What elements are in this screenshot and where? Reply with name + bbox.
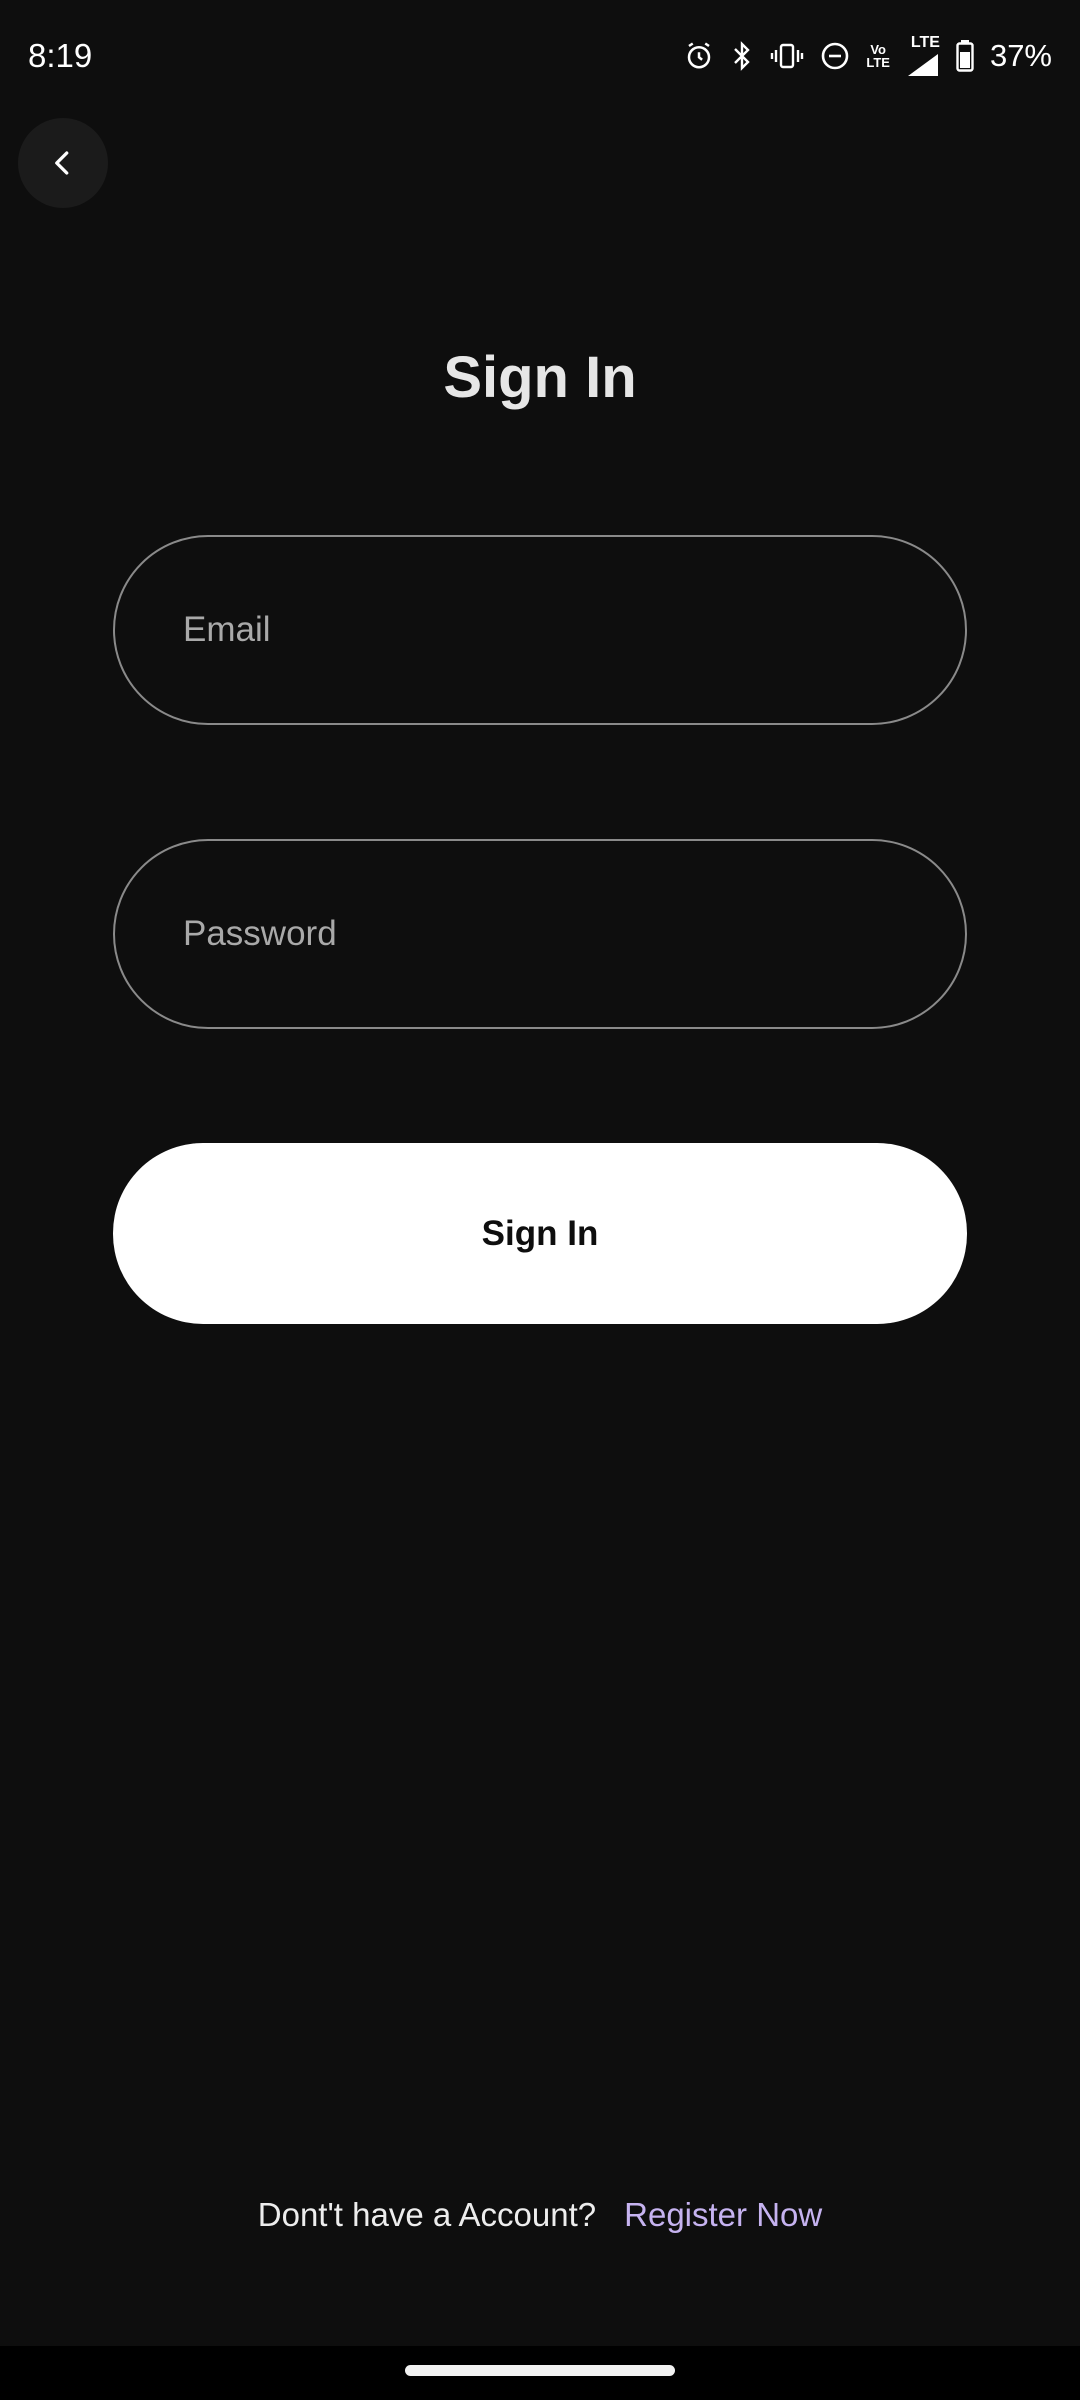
register-prompt: Dont't have a Account? Register Now [0,2196,1080,2234]
status-icons: Vo LTE LTE 37% [684,34,1052,78]
page-title: Sign In [443,345,637,410]
password-field-container [113,839,967,1029]
do-not-disturb-icon [820,41,850,71]
lte-label: LTE [910,34,940,51]
alarm-icon [684,41,714,71]
volte-bottom-label: LTE [866,55,890,70]
volte-icon: Vo LTE [866,43,890,69]
register-prompt-text: Dont't have a Account? [257,2196,597,2233]
lte-signal-icon: LTE [906,34,940,78]
email-field-container [113,535,967,725]
email-field[interactable] [115,537,965,723]
register-now-link[interactable]: Register Now [624,2196,822,2234]
back-button[interactable] [18,118,108,208]
vibrate-icon [770,42,804,70]
battery-percent: 37% [989,38,1052,73]
password-field[interactable] [115,841,965,1027]
battery-icon [956,40,974,72]
home-indicator[interactable] [405,2365,675,2376]
sign-in-button[interactable]: Sign In [113,1143,967,1324]
bluetooth-icon [730,40,754,72]
status-time: 8:19 [28,37,93,74]
status-bar: 8:19 Vo LTE LTE 37% [0,0,1080,112]
sign-in-screen: 8:19 Vo LTE LTE 37% Sign In Email Sign I… [0,0,1080,2400]
chevron-left-icon [55,151,69,175]
